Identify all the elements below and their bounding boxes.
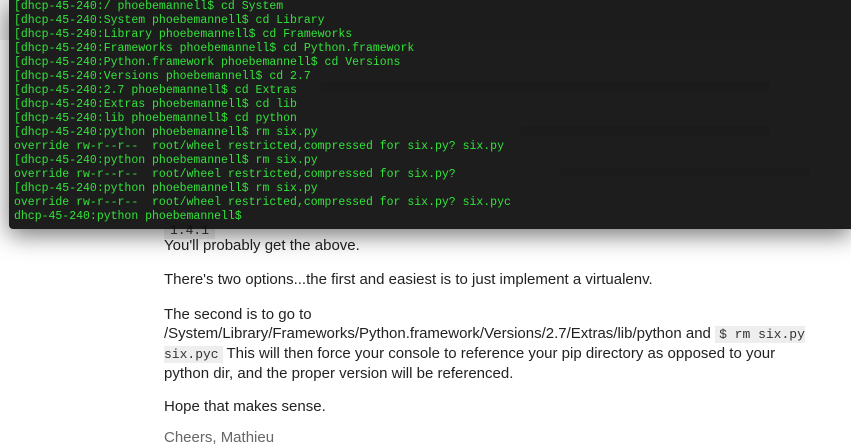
answer-paragraph: The second is to go to /System/Library/F…: [164, 305, 824, 383]
terminal-line: [dhcp-45-240:python phoebemannell$ rm si…: [14, 182, 318, 195]
answer-paragraph: There's two options...the first and easi…: [164, 271, 653, 288]
terminal-line: [dhcp-45-240:Extras phoebemannell$ cd li…: [14, 98, 297, 111]
terminal-line: override rw-r--r-- root/wheel restricted…: [14, 140, 504, 153]
terminal-line: [dhcp-45-240:/ phoebemannell$ cd System: [14, 0, 284, 13]
terminal-output: [dhcp-45-240:/ phoebemannell$ cd System …: [14, 0, 511, 224]
terminal-prompt[interactable]: dhcp-45-240:python phoebemannell$: [14, 210, 511, 224]
path-text: /System/Library/Frameworks/Python.framew…: [164, 325, 711, 342]
terminal-line: [dhcp-45-240:lib phoebemannell$ cd pytho…: [14, 112, 297, 125]
terminal-window[interactable]: [dhcp-45-240:/ phoebemannell$ cd System …: [9, 0, 851, 229]
answer-paragraph: You'll probably get the above.: [164, 237, 360, 254]
terminal-line: override rw-r--r-- root/wheel restricted…: [14, 196, 511, 209]
terminal-line: override rw-r--r-- root/wheel restricted…: [14, 168, 456, 181]
terminal-line: [dhcp-45-240:python phoebemannell$ rm si…: [14, 126, 318, 139]
terminal-line: [dhcp-45-240:Versions phoebemannell$ cd …: [14, 70, 311, 83]
terminal-line: [dhcp-45-240:System phoebemannell$ cd Li…: [14, 14, 325, 27]
paragraph-text: The second is to go to: [164, 306, 312, 323]
terminal-line: [dhcp-45-240:Library phoebemannell$ cd F…: [14, 28, 353, 41]
terminal-line: [dhcp-45-240:Frameworks phoebemannell$ c…: [14, 42, 415, 55]
answer-paragraph: Hope that makes sense.: [164, 398, 326, 415]
terminal-line: [dhcp-45-240:Python.framework phoebemann…: [14, 56, 401, 69]
paragraph-text: This will then force your console to ref…: [164, 345, 776, 382]
terminal-line: [dhcp-45-240:python phoebemannell$ rm si…: [14, 154, 318, 167]
signature-text: Cheers, Mathieu: [164, 429, 275, 446]
terminal-line: [dhcp-45-240:2.7 phoebemannell$ cd Extra…: [14, 84, 297, 97]
